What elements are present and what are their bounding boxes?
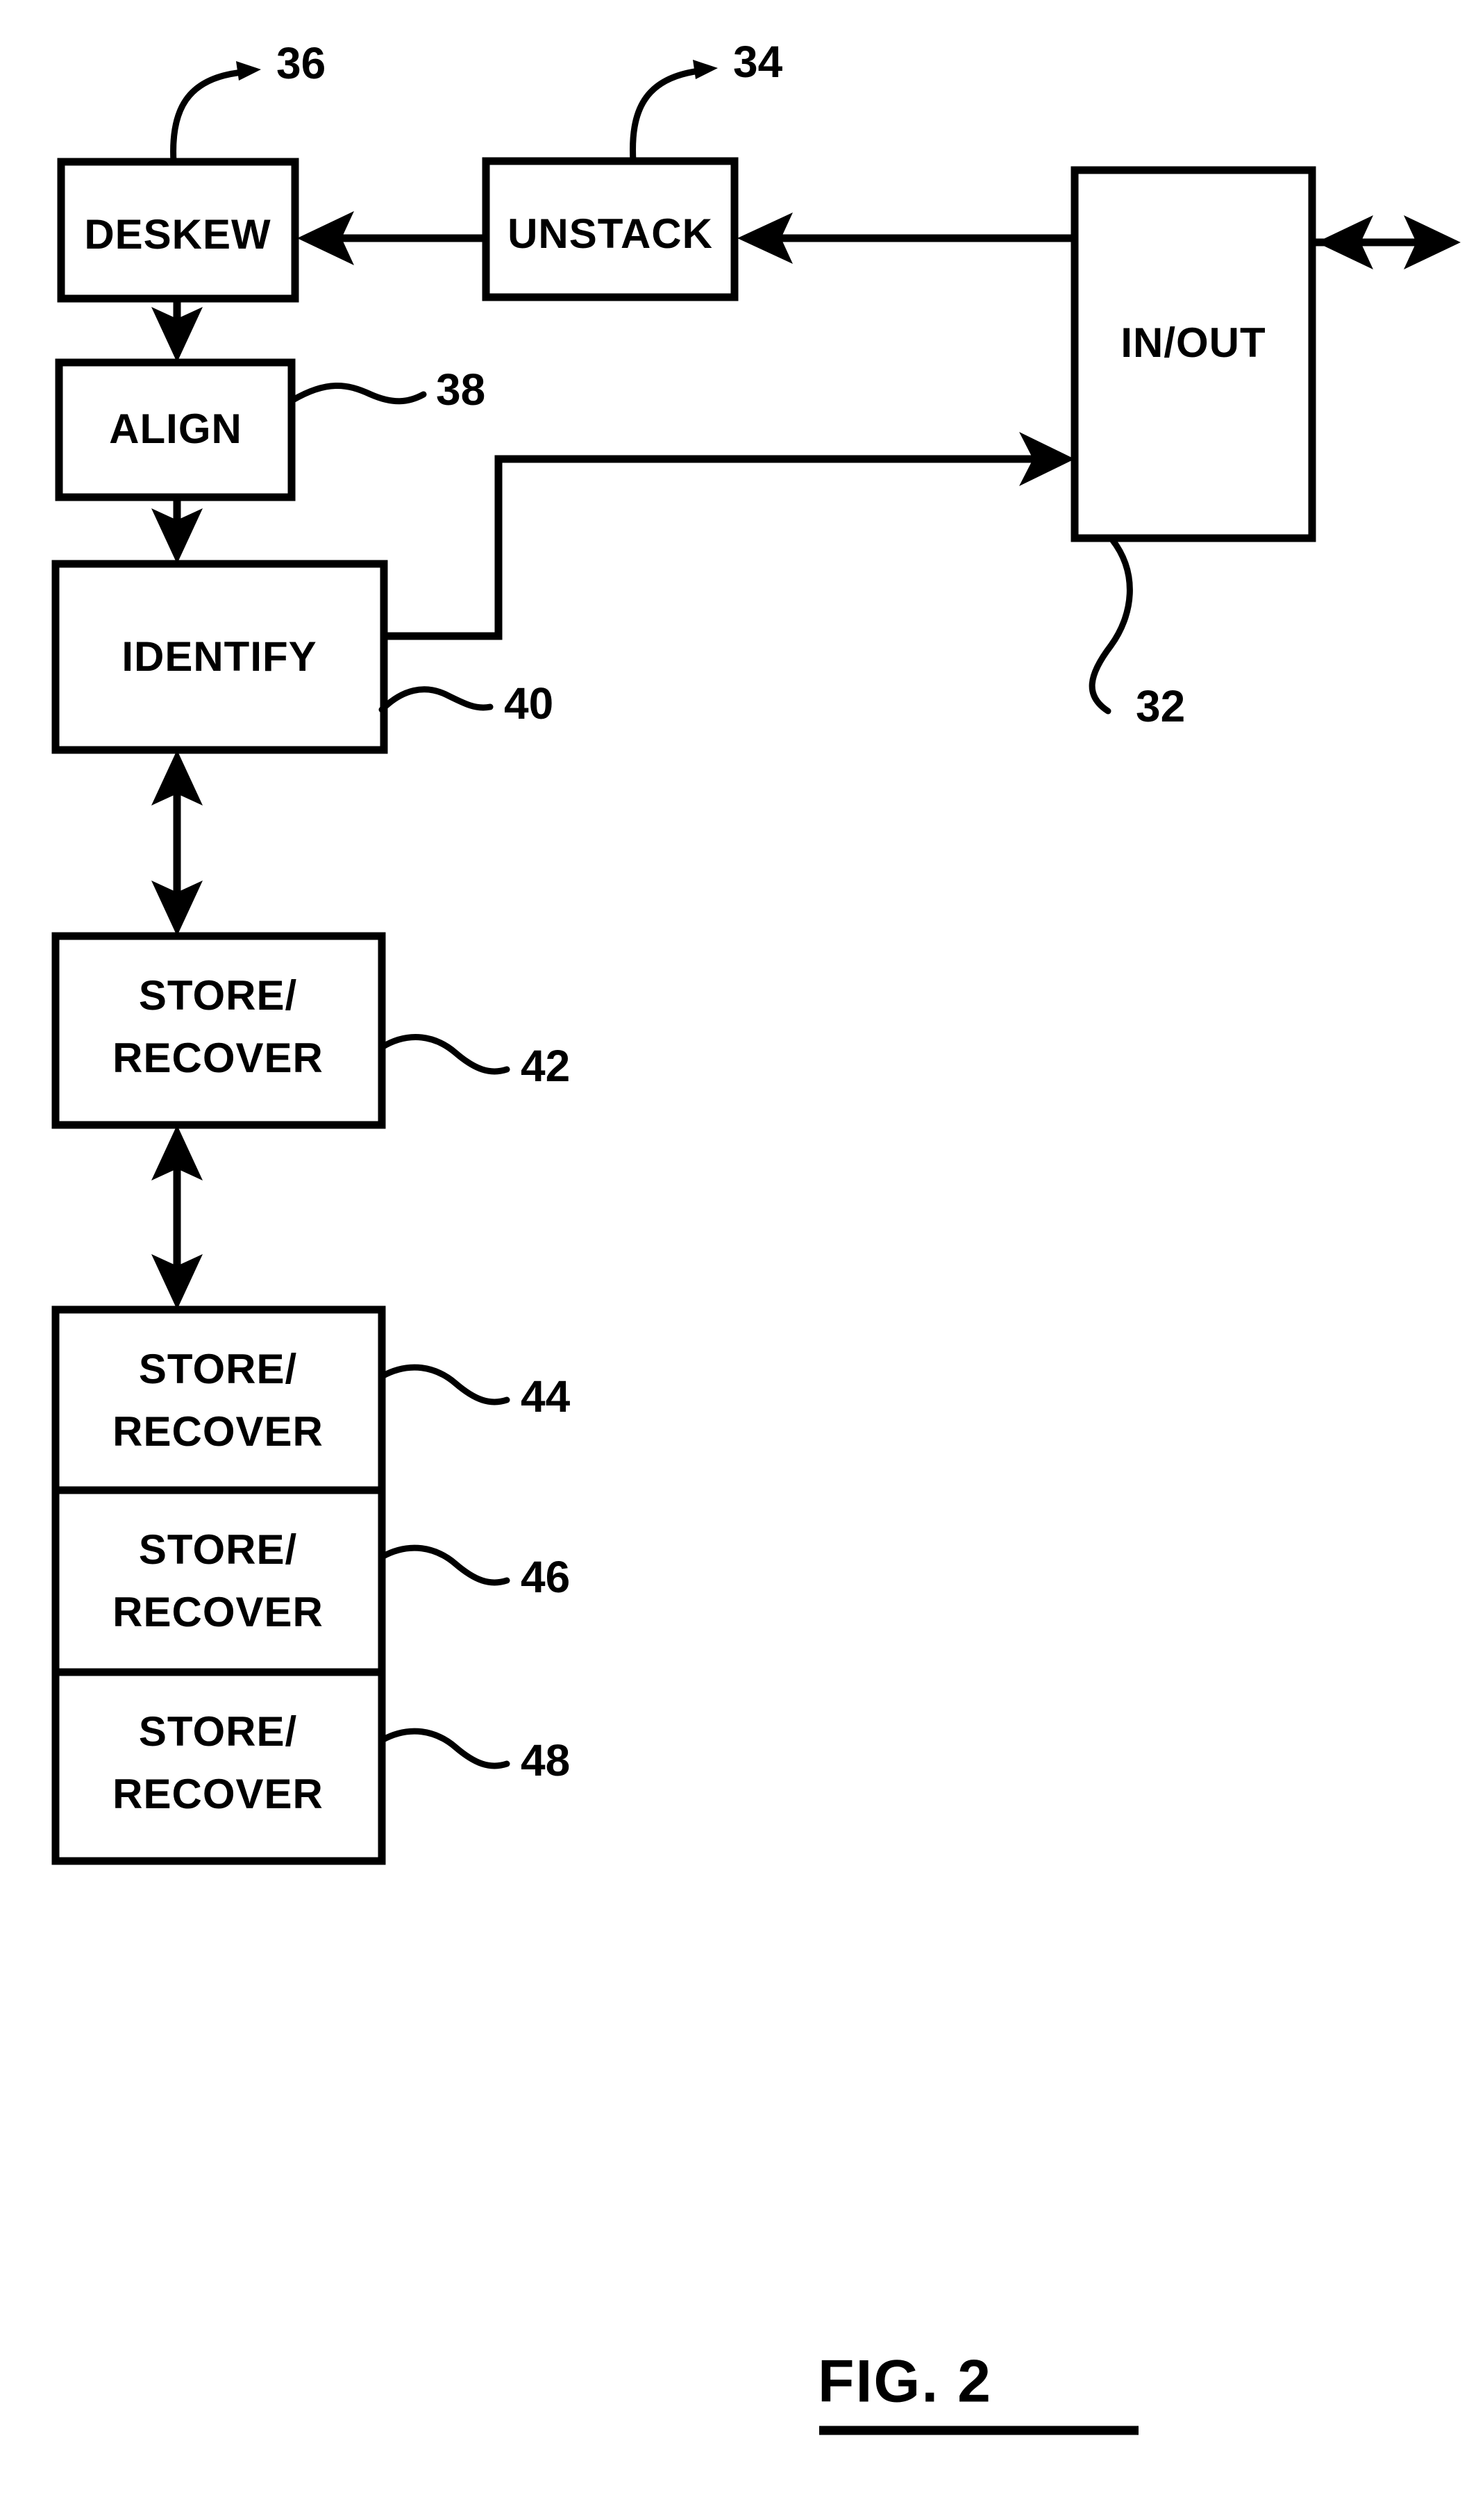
block-store-recover-46[interactable]: STORE/ RECOVER bbox=[51, 1486, 386, 1683]
block-unstack[interactable]: UNSTACK bbox=[482, 157, 739, 301]
reference-leader-36: 36 bbox=[170, 38, 326, 165]
patent-figure: DESKEW UNSTACK IN/OUT ALIGN IDENTIFY STO… bbox=[0, 0, 1469, 2520]
reference-number-48: 48 bbox=[521, 1735, 570, 1785]
reference-number-32: 32 bbox=[1136, 681, 1185, 731]
reference-leader-42: 42 bbox=[378, 1034, 570, 1091]
connection-store1-to-store2 bbox=[151, 1125, 203, 1310]
reference-leader-40: 40 bbox=[378, 678, 553, 728]
block-identify[interactable]: IDENTIFY bbox=[51, 560, 388, 754]
block-store-recover-48-label-line2: RECOVER bbox=[112, 1771, 324, 1817]
reference-number-34: 34 bbox=[733, 37, 783, 87]
figure-caption: FIG. 2 bbox=[818, 2348, 1139, 2435]
reference-number-44: 44 bbox=[521, 1371, 571, 1421]
reference-leader-46: 46 bbox=[378, 1544, 570, 1602]
block-store-recover-42-label-line2: RECOVER bbox=[112, 1035, 324, 1081]
block-store-recover-48-label-line1: STORE/ bbox=[139, 1708, 297, 1755]
block-store-recover-44-label-line2: RECOVER bbox=[112, 1408, 324, 1455]
reference-leader-34: 34 bbox=[630, 37, 783, 165]
reference-leader-44: 44 bbox=[378, 1364, 571, 1421]
block-align-label: ALIGN bbox=[109, 406, 242, 452]
block-store-recover-42-label-line1: STORE/ bbox=[139, 972, 297, 1019]
figure-caption-text: FIG. 2 bbox=[818, 2348, 992, 2415]
reference-number-42: 42 bbox=[521, 1041, 570, 1091]
connection-identify-to-inout bbox=[384, 432, 1075, 640]
connection-inout-to-unstack bbox=[737, 212, 1075, 264]
block-store-recover-48[interactable]: STORE/ RECOVER bbox=[51, 1668, 386, 1865]
block-store-recover-46-label-line1: STORE/ bbox=[139, 1526, 297, 1573]
reference-number-38: 38 bbox=[436, 365, 485, 415]
reference-leader-48: 48 bbox=[378, 1728, 570, 1785]
connection-identify-to-store1 bbox=[151, 750, 203, 936]
figure-2-block-diagram: DESKEW UNSTACK IN/OUT ALIGN IDENTIFY STO… bbox=[51, 37, 1461, 2435]
connection-unstack-to-deskew bbox=[297, 211, 486, 265]
block-inout-label: IN/OUT bbox=[1120, 319, 1266, 366]
block-store-recover-46-label-line2: RECOVER bbox=[112, 1589, 324, 1635]
connection-deskew-to-align bbox=[151, 299, 203, 362]
block-identify-label: IDENTIFY bbox=[121, 633, 317, 680]
block-store-recover-44[interactable]: STORE/ RECOVER bbox=[51, 1305, 386, 1503]
block-inout[interactable]: IN/OUT bbox=[1071, 166, 1316, 542]
reference-leader-32: 32 bbox=[1089, 536, 1185, 731]
reference-leader-38: 38 bbox=[289, 365, 485, 415]
reference-number-46: 46 bbox=[521, 1552, 570, 1602]
block-store-recover-44-label-line1: STORE/ bbox=[139, 1346, 297, 1392]
reference-number-40: 40 bbox=[504, 678, 553, 728]
connection-align-to-identify bbox=[151, 497, 203, 564]
reference-number-36: 36 bbox=[276, 38, 326, 88]
block-deskew[interactable]: DESKEW bbox=[57, 158, 299, 303]
block-unstack-label: UNSTACK bbox=[507, 210, 713, 257]
block-align[interactable]: ALIGN bbox=[55, 358, 296, 501]
block-deskew-label: DESKEW bbox=[84, 211, 271, 258]
block-store-recover-42[interactable]: STORE/ RECOVER bbox=[51, 932, 386, 1129]
connection-inout-external bbox=[1312, 215, 1461, 269]
